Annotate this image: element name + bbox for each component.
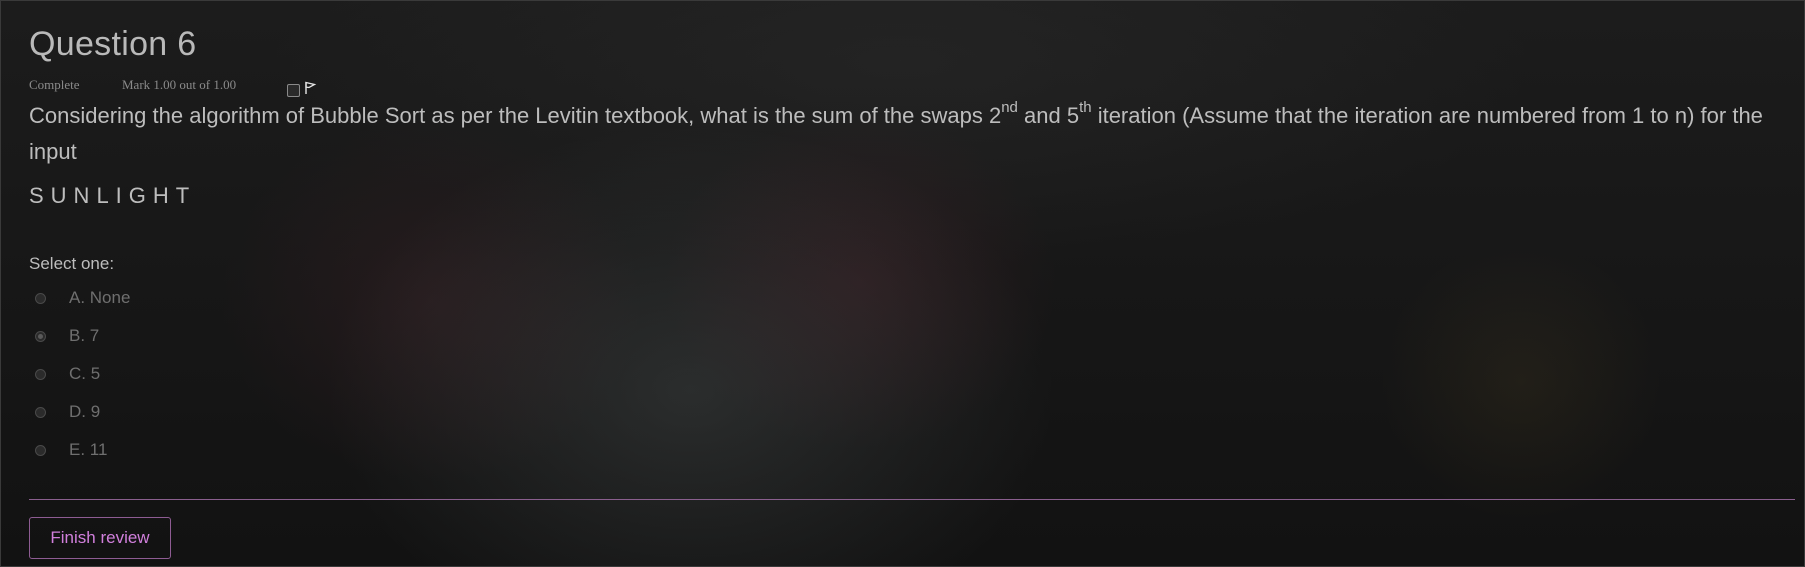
flag-checkbox[interactable] [287, 84, 300, 97]
answer-option-e[interactable]: E. 11 [29, 431, 130, 469]
radio-button-selected[interactable] [35, 330, 46, 342]
answer-option-label: B. 7 [69, 326, 100, 345]
radio-button[interactable] [35, 406, 46, 418]
answer-option-c[interactable]: C. 5 [29, 355, 130, 393]
question-text-part2: and 5 [1017, 103, 1080, 128]
answer-option-b[interactable]: B. 7 [29, 317, 130, 355]
answer-option-label: D. 9 [69, 402, 101, 421]
superscript-nd: nd [1001, 98, 1018, 116]
question-text-part1: Considering the algorithm of Bubble Sort… [29, 103, 1002, 128]
finish-review-button[interactable]: Finish review [29, 517, 171, 559]
answer-option-label: A. None [69, 288, 131, 307]
question-title: Question 6 [29, 25, 197, 63]
answer-option-a[interactable]: A. None [29, 279, 130, 317]
question-info: Complete Mark 1.00 out of 1.00 [29, 77, 236, 93]
answer-option-label: C. 5 [69, 364, 101, 383]
question-grade: Mark 1.00 out of 1.00 [122, 77, 237, 92]
radio-button[interactable] [35, 368, 46, 380]
radio-button[interactable] [35, 444, 46, 456]
select-one-label: Select one: [29, 254, 115, 273]
question-state: Complete [29, 77, 80, 92]
divider [29, 499, 1795, 500]
radio-button[interactable] [35, 292, 46, 304]
answer-option-label: E. 11 [69, 440, 108, 459]
answer-options: A. None B. 7 C. 5 D. 9 E. 11 [29, 279, 130, 469]
answer-option-d[interactable]: D. 9 [29, 393, 130, 431]
question-text: Considering the algorithm of Bubble Sort… [29, 98, 1794, 170]
input-word: SUNLIGHT [29, 183, 197, 208]
flag-icon[interactable] [303, 81, 317, 95]
quiz-review-page: Question 6 Complete Mark 1.00 out of 1.0… [0, 0, 1805, 567]
superscript-th: th [1079, 98, 1092, 116]
